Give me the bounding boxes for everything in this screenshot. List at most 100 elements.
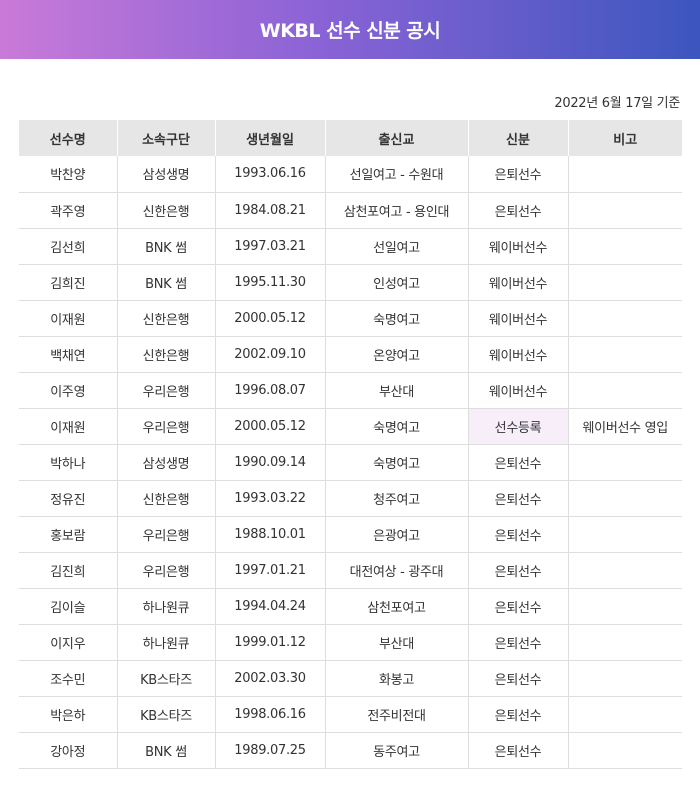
table-row: 이재원 신한은행 2000.05.12 숙명여고 웨이버선수 bbox=[19, 300, 682, 337]
status-cell: 은퇴선수 bbox=[467, 480, 568, 517]
player-name-cell: 곽주영 bbox=[19, 192, 117, 229]
team-cell: KB스타즈 bbox=[116, 660, 215, 697]
status-cell: 은퇴선수 bbox=[467, 588, 568, 625]
table-row: 이재원 우리은행 2000.05.12 숙명여고 선수등록 웨이버선수 영입 bbox=[19, 408, 682, 445]
table-row: 곽주영 신한은행 1984.08.21 삼천포여고 - 용인대 은퇴선수 bbox=[19, 192, 682, 229]
team-cell: 삼성생명 bbox=[116, 156, 215, 193]
note-cell: 웨이버선수 영입 bbox=[567, 408, 682, 445]
school-cell: 삼천포여고 - 용인대 bbox=[324, 192, 468, 229]
birthdate-cell: 2000.05.12 bbox=[214, 408, 325, 445]
table-body: 박찬양 삼성생명 1993.06.16 선일여고 - 수원대 은퇴선수 곽주영 신한은행 19… bbox=[19, 156, 682, 769]
note-cell bbox=[567, 480, 682, 517]
column-header-status: 신분 bbox=[467, 120, 568, 156]
table-row: 백채연 신한은행 2002.09.10 온양여고 웨이버선수 bbox=[19, 336, 682, 373]
player-name-cell: 김선희 bbox=[19, 228, 117, 265]
team-cell: 신한은행 bbox=[116, 336, 215, 373]
player-name-cell: 이재원 bbox=[19, 408, 117, 445]
status-cell: 은퇴선수 bbox=[467, 444, 568, 481]
reference-date: 2022년 6월 17일 기준 bbox=[554, 96, 680, 111]
school-cell: 온양여고 bbox=[324, 336, 468, 373]
player-name-cell: 정유진 bbox=[19, 480, 117, 517]
table-row: 박찬양 삼성생명 1993.06.16 선일여고 - 수원대 은퇴선수 bbox=[19, 156, 682, 193]
school-cell: 부산대 bbox=[324, 624, 468, 661]
birthdate-cell: 1995.11.30 bbox=[214, 264, 325, 301]
note-cell bbox=[567, 372, 682, 409]
status-cell: 은퇴선수 bbox=[467, 516, 568, 553]
birthdate-cell: 2002.09.10 bbox=[214, 336, 325, 373]
birthdate-cell: 1994.04.24 bbox=[214, 588, 325, 625]
player-name-cell: 백채연 bbox=[19, 336, 117, 373]
status-cell: 선수등록 bbox=[467, 408, 568, 445]
school-cell: 대전여상 - 광주대 bbox=[324, 552, 468, 589]
team-cell: 우리은행 bbox=[116, 552, 215, 589]
note-cell bbox=[567, 444, 682, 481]
team-cell: BNK 썸 bbox=[116, 264, 215, 301]
school-cell: 청주여고 bbox=[324, 480, 468, 517]
note-cell bbox=[567, 192, 682, 229]
birthdate-cell: 1984.08.21 bbox=[214, 192, 325, 229]
school-cell: 동주여고 bbox=[324, 732, 468, 769]
player-name-cell: 이주영 bbox=[19, 372, 117, 409]
column-header-birthdate: 생년월일 bbox=[214, 120, 325, 156]
status-cell: 웨이버선수 bbox=[467, 264, 568, 301]
team-cell: 하나원큐 bbox=[116, 624, 215, 661]
player-name-cell: 조수민 bbox=[19, 660, 117, 697]
player-name-cell: 김이슬 bbox=[19, 588, 117, 625]
table-row: 이주영 우리은행 1996.08.07 부산대 웨이버선수 bbox=[19, 372, 682, 409]
school-cell: 선일여고 bbox=[324, 228, 468, 265]
team-cell: KB스타즈 bbox=[116, 696, 215, 733]
column-header-name: 선수명 bbox=[19, 120, 117, 156]
team-cell: BNK 썸 bbox=[116, 228, 215, 265]
player-name-cell: 이지우 bbox=[19, 624, 117, 661]
birthdate-cell: 1989.07.25 bbox=[214, 732, 325, 769]
table-row: 정유진 신한은행 1993.03.22 청주여고 은퇴선수 bbox=[19, 480, 682, 517]
page-title: WKBL 선수 신분 공시 bbox=[259, 20, 441, 42]
table-row: 김이슬 하나원큐 1994.04.24 삼천포여고 은퇴선수 bbox=[19, 588, 682, 625]
birthdate-cell: 1990.09.14 bbox=[214, 444, 325, 481]
school-cell: 삼천포여고 bbox=[324, 588, 468, 625]
team-cell: 신한은행 bbox=[116, 192, 215, 229]
player-name-cell: 이재원 bbox=[19, 300, 117, 337]
column-header-school: 출신교 bbox=[324, 120, 468, 156]
player-name-cell: 김진희 bbox=[19, 552, 117, 589]
table-row: 김선희 BNK 썸 1997.03.21 선일여고 웨이버선수 bbox=[19, 228, 682, 265]
status-cell: 웨이버선수 bbox=[467, 228, 568, 265]
team-cell: 신한은행 bbox=[116, 480, 215, 517]
note-cell bbox=[567, 696, 682, 733]
status-cell: 웨이버선수 bbox=[467, 300, 568, 337]
player-name-cell: 박은하 bbox=[19, 696, 117, 733]
birthdate-cell: 1998.06.16 bbox=[214, 696, 325, 733]
column-header-team: 소속구단 bbox=[116, 120, 215, 156]
status-cell: 은퇴선수 bbox=[467, 660, 568, 697]
birthdate-cell: 1997.03.21 bbox=[214, 228, 325, 265]
player-name-cell: 박하나 bbox=[19, 444, 117, 481]
birthdate-cell: 2002.03.30 bbox=[214, 660, 325, 697]
table-row: 이지우 하나원큐 1999.01.12 부산대 은퇴선수 bbox=[19, 624, 682, 661]
player-name-cell: 강아정 bbox=[19, 732, 117, 769]
birthdate-cell: 1993.06.16 bbox=[214, 156, 325, 193]
table-row: 강아정 BNK 썸 1989.07.25 동주여고 은퇴선수 bbox=[19, 732, 682, 769]
note-cell bbox=[567, 516, 682, 553]
status-cell: 웨이버선수 bbox=[467, 372, 568, 409]
school-cell: 전주비전대 bbox=[324, 696, 468, 733]
page-header: WKBL 선수 신분 공시 bbox=[0, 0, 700, 59]
note-cell bbox=[567, 660, 682, 697]
status-cell: 은퇴선수 bbox=[467, 156, 568, 193]
school-cell: 숙명여고 bbox=[324, 300, 468, 337]
table-row: 김진희 우리은행 1997.01.21 대전여상 - 광주대 은퇴선수 bbox=[19, 552, 682, 589]
note-cell bbox=[567, 156, 682, 193]
note-cell bbox=[567, 336, 682, 373]
note-cell bbox=[567, 624, 682, 661]
table-row: 조수민 KB스타즈 2002.03.30 화봉고 은퇴선수 bbox=[19, 660, 682, 697]
table-row: 박하나 삼성생명 1990.09.14 숙명여고 은퇴선수 bbox=[19, 444, 682, 481]
birthdate-cell: 1996.08.07 bbox=[214, 372, 325, 409]
note-cell bbox=[567, 264, 682, 301]
player-name-cell: 홍보람 bbox=[19, 516, 117, 553]
team-cell: 우리은행 bbox=[116, 372, 215, 409]
team-cell: 삼성생명 bbox=[116, 444, 215, 481]
table-row: 김희진 BNK 썸 1995.11.30 인성여고 웨이버선수 bbox=[19, 264, 682, 301]
school-cell: 부산대 bbox=[324, 372, 468, 409]
school-cell: 숙명여고 bbox=[324, 408, 468, 445]
table-header-row: 선수명 소속구단 생년월일 출신교 신분 비고 bbox=[19, 120, 682, 156]
school-cell: 인성여고 bbox=[324, 264, 468, 301]
